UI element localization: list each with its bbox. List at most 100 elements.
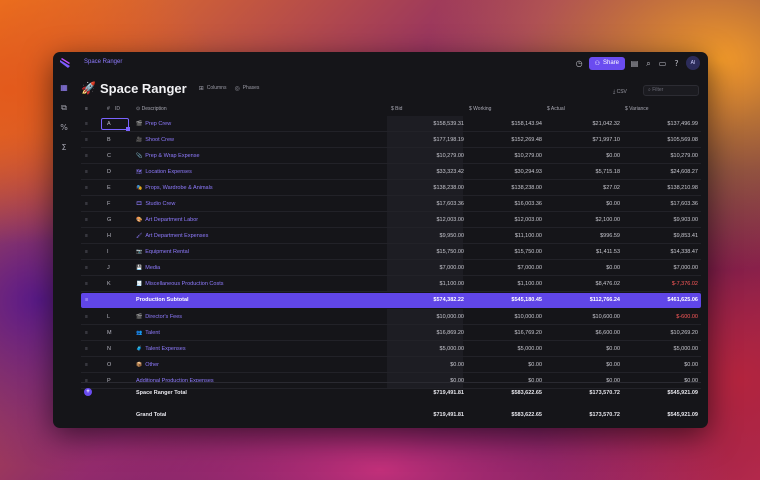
row-bid[interactable]: $10,279.00: [436, 153, 464, 159]
row-actual[interactable]: $0.00: [606, 153, 620, 159]
row-actual[interactable]: $21,042.32: [592, 121, 620, 127]
percent-icon[interactable]: %: [58, 122, 70, 134]
row-working[interactable]: $16,003.36: [514, 201, 542, 207]
col-variance[interactable]: $ Variance: [625, 106, 649, 112]
table-row[interactable]: ≡ B 🎥 Shoot Crew $177,198.19 $152,269.48 $71,9…: [81, 132, 701, 148]
row-drag-handle-icon[interactable]: ≡: [85, 169, 88, 175]
row-code[interactable]: G: [107, 217, 111, 223]
row-code[interactable]: C: [107, 153, 111, 159]
row-drag-handle-icon[interactable]: ≡: [85, 297, 88, 303]
row-description[interactable]: 🖌 Art Department Expenses: [136, 233, 208, 239]
row-actual[interactable]: $71,997.10: [592, 137, 620, 143]
row-description[interactable]: Additional Production Expenses: [136, 378, 214, 384]
phases-button[interactable]: ◎ Phases: [234, 85, 259, 92]
share-button[interactable]: ⚇ Share: [588, 56, 625, 70]
row-drag-handle-icon[interactable]: ≡: [85, 281, 88, 287]
row-drag-handle-icon[interactable]: ≡: [85, 249, 88, 255]
row-actual[interactable]: $5,715.18: [596, 169, 620, 175]
row-drag-handle-icon[interactable]: ≡: [85, 362, 88, 368]
row-actual[interactable]: $0.00: [606, 346, 620, 352]
row-bid[interactable]: $158,539.31: [433, 121, 464, 127]
row-drag-handle-icon[interactable]: ≡: [85, 265, 88, 271]
row-bid[interactable]: $0.00: [450, 362, 464, 368]
row-drag-handle-icon[interactable]: ≡: [85, 217, 88, 223]
row-actual[interactable]: $10,600.00: [592, 314, 620, 320]
col-bid[interactable]: $ Bid: [391, 106, 402, 112]
table-row[interactable]: ≡ H 🖌 Art Department Expenses $9,950.00 $11,1…: [81, 228, 701, 244]
breadcrumb[interactable]: Space Ranger: [84, 59, 122, 65]
table-row[interactable]: ≡ O 📦 Other $0.00 $0.00 $0.00 $0.00: [81, 357, 701, 373]
columns-button[interactable]: ⊞ Columns: [199, 85, 227, 92]
row-bid[interactable]: $7,000.00: [440, 265, 464, 271]
production-subtotal-row[interactable]: ≡ Production Subtotal $574,382.22 $545,180.…: [81, 293, 701, 308]
row-code[interactable]: B: [107, 137, 111, 143]
row-bid[interactable]: $15,750.00: [436, 249, 464, 255]
col-description[interactable]: ⊙ Description: [136, 106, 167, 112]
row-description[interactable]: 💾 Media: [136, 265, 160, 271]
row-actual[interactable]: $27.02: [603, 185, 620, 191]
row-working[interactable]: $16,769.20: [514, 330, 542, 336]
row-actual[interactable]: $1,411.53: [596, 249, 620, 255]
row-drag-handle-icon[interactable]: ≡: [85, 121, 88, 127]
table-row[interactable]: ≡ K 🧾 Miscellaneous Production Costs $1,100.…: [81, 276, 701, 292]
row-drag-handle-icon[interactable]: ≡: [85, 137, 88, 143]
row-code[interactable]: M: [107, 330, 112, 336]
row-working[interactable]: $30,294.93: [514, 169, 542, 175]
row-actual[interactable]: $2,100.00: [596, 217, 620, 223]
table-row[interactable]: ≡ C 📎 Prep & Wrap Expense $10,279.00 $10,279.…: [81, 148, 701, 164]
row-bid[interactable]: $177,198.19: [433, 137, 464, 143]
table-row[interactable]: ≡ I 📷 Equipment Rental $15,750.00 $15,750.00 $…: [81, 244, 701, 260]
row-description[interactable]: 🎭 Props, Wardrobe & Animals: [136, 185, 213, 191]
document-icon[interactable]: ▤: [630, 59, 639, 68]
row-working[interactable]: $152,269.48: [511, 137, 542, 143]
row-actual[interactable]: $6,600.00: [596, 330, 620, 336]
row-description[interactable]: 📷 Equipment Rental: [136, 249, 189, 255]
row-bid[interactable]: $138,238.00: [433, 185, 464, 191]
clock-icon[interactable]: ◷: [575, 59, 584, 68]
row-code[interactable]: P: [107, 378, 111, 384]
row-working[interactable]: $138,238.00: [511, 185, 542, 191]
sigma-icon[interactable]: Σ: [58, 142, 70, 154]
row-description[interactable]: 🧳 Talent Expenses: [136, 346, 186, 352]
row-working[interactable]: $7,000.00: [518, 265, 542, 271]
row-actual[interactable]: $0.00: [606, 378, 620, 384]
row-bid[interactable]: $0.00: [450, 378, 464, 384]
row-description[interactable]: 🎨 Art Department Labor: [136, 217, 198, 223]
row-working[interactable]: $10,000.00: [514, 314, 542, 320]
table-row[interactable]: ≡ N 🧳 Talent Expenses $5,000.00 $5,000.00 $0.0…: [81, 341, 701, 357]
row-description[interactable]: 🧾 Miscellaneous Production Costs: [136, 281, 224, 287]
table-row[interactable]: ≡ L 🎬 Director's Fees $10,000.00 $10,000.00 $1…: [81, 309, 701, 325]
row-working[interactable]: $11,100.00: [515, 233, 542, 239]
row-code[interactable]: J: [107, 265, 110, 271]
table-row[interactable]: ≡ A 🎬 Prep Crew $158,539.31 $158,143.94 $21,04…: [81, 116, 701, 132]
avatar[interactable]: AI: [686, 56, 700, 70]
row-working[interactable]: $0.00: [528, 362, 542, 368]
row-drag-handle-icon[interactable]: ≡: [85, 378, 88, 384]
row-working[interactable]: $0.00: [528, 378, 542, 384]
row-actual[interactable]: $996.59: [600, 233, 620, 239]
comment-icon[interactable]: ▭: [658, 59, 667, 68]
row-description[interactable]: 🎬 Director's Fees: [136, 314, 182, 320]
row-code[interactable]: O: [107, 362, 111, 368]
row-bid[interactable]: $17,603.36: [436, 201, 464, 207]
row-description[interactable]: 🎞 Studio Crew: [136, 201, 175, 207]
row-drag-handle-icon[interactable]: ≡: [85, 233, 88, 239]
row-actual[interactable]: $0.00: [606, 265, 620, 271]
row-working[interactable]: $12,003.00: [514, 217, 542, 223]
help-icon[interactable]: ?: [672, 59, 681, 68]
row-description[interactable]: 🎬 Prep Crew: [136, 121, 171, 127]
filter-input[interactable]: ⌕ Filter: [643, 85, 699, 96]
row-drag-handle-icon[interactable]: ≡: [85, 330, 88, 336]
row-working[interactable]: $1,100.00: [518, 281, 542, 287]
row-description[interactable]: 👥 Talent: [136, 330, 160, 336]
row-code[interactable]: D: [107, 169, 111, 175]
row-drag-handle-icon[interactable]: ≡: [85, 346, 88, 352]
app-logo-icon[interactable]: [59, 57, 71, 69]
row-code[interactable]: F: [107, 201, 110, 207]
table-row[interactable]: ≡ M 👥 Talent $16,869.20 $16,769.20 $6,600.00 $1…: [81, 325, 701, 341]
row-code[interactable]: N: [107, 346, 111, 352]
row-description[interactable]: 📎 Prep & Wrap Expense: [136, 153, 200, 159]
add-row-button[interactable]: +: [84, 388, 92, 396]
layers-icon[interactable]: ⧉: [58, 102, 70, 114]
table-row[interactable]: ≡ D 🗺 Location Expenses $33,323.42 $30,294.93…: [81, 164, 701, 180]
